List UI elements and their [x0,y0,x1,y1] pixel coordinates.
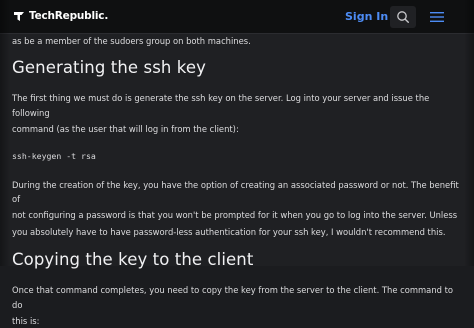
logo-text: TechRepublic. [29,10,109,22]
techrepublic-logo-icon [14,12,24,21]
page: TechRepublic. Sign In as be a member of … [0,0,474,326]
menu-button[interactable] [427,8,447,26]
paragraph-copy-line-2: this is: [12,316,40,327]
article-body: as be a member of the sudoers group on b… [12,34,464,328]
right-edge-shadow [464,0,474,266]
search-button[interactable] [390,6,416,28]
search-icon [397,11,410,24]
paragraph-password-line-3: you absolutely have to have password-les… [12,226,446,237]
sign-in-link[interactable]: Sign In [345,10,388,23]
paragraph-password-line-2: not configuring a password is that you w… [12,210,458,221]
paragraph-password-line-1: During the creation of the key, you have… [12,179,459,205]
site-header: TechRepublic. Sign In [0,0,474,34]
paragraph-sudoers: as be a member of the sudoers group on b… [12,36,251,46]
heading-generating-ssh-key: Generating the ssh key [12,58,206,78]
hamburger-menu-icon [430,12,444,22]
paragraph-generate-line-1: The first thing we must do is generate t… [12,93,430,118]
left-edge-shadow [0,0,10,266]
heading-copying-key: Copying the key to the client [12,250,254,270]
code-ssh-keygen: ssh-keygen -t rsa [12,150,96,161]
site-logo[interactable]: TechRepublic. [12,9,108,23]
paragraph-generate-line-2: command (as the user that will log in fr… [12,124,239,135]
paragraph-copy-line-1: Once that command completes, you need to… [12,285,454,310]
